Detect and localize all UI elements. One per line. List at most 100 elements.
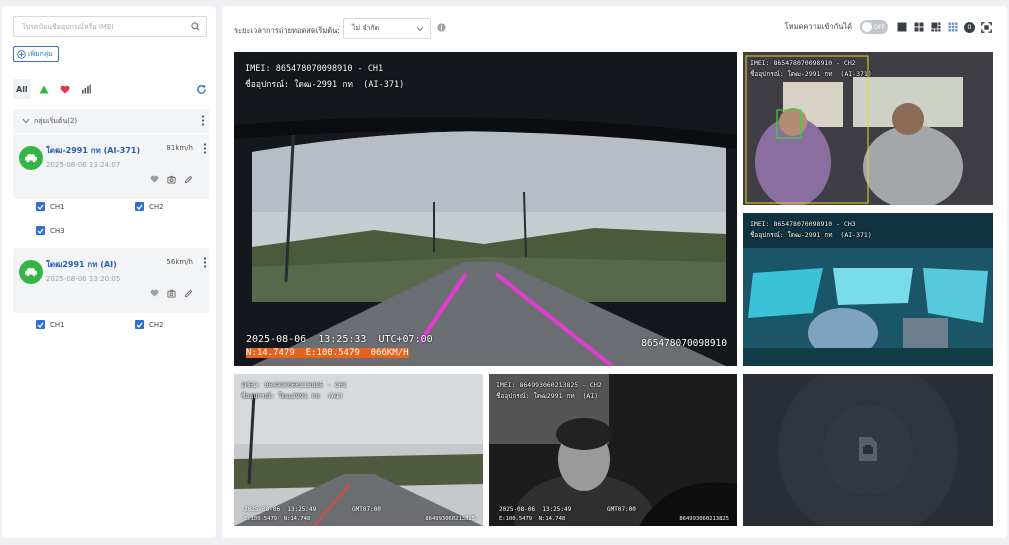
checkbox-icon[interactable] — [135, 202, 144, 211]
road-camera-feed — [234, 52, 737, 366]
vehicle-name[interactable]: ใดฒ2991 กท (AI) — [46, 258, 117, 271]
refresh-button[interactable] — [193, 79, 209, 99]
video-timestamp: 2025-08-06 13:25:49 — [244, 506, 317, 513]
camera-icon[interactable] — [167, 175, 176, 184]
stream-duration-value: ไม่ จำกัด — [352, 24, 380, 32]
device-subtitle: ชื่ออุปกรณ์: ใดฒ-2991 กท (AI-371) — [750, 231, 872, 239]
checkbox-icon[interactable] — [36, 226, 45, 235]
status-filter-bar: All — [13, 78, 209, 100]
device-search-input[interactable] — [22, 22, 191, 31]
vehicle-speed: 56km/h — [166, 258, 193, 266]
refresh-icon — [196, 84, 206, 94]
checkbox-icon[interactable] — [36, 320, 45, 329]
filter-signal-button[interactable] — [78, 79, 94, 99]
active-stream-count-badge[interactable]: 0 — [964, 21, 975, 33]
more-vertical-icon[interactable] — [203, 257, 207, 270]
imei-stamp: 864993060213825 — [679, 516, 729, 522]
layout-controls: โหมดความเข้ากันได้ OFF 0 — [785, 20, 992, 34]
device-subtitle: ชื่ออุปกรณ์: ใดฒ-2991 กท (AI-371) — [750, 70, 872, 78]
channel-label: CH2 — [149, 320, 164, 329]
chevron-down-icon — [416, 26, 424, 31]
channel-label: CH2 — [149, 202, 164, 211]
device-sidebar: เพิ่มกลุ่ม All กลุ่มเริ่มต้น(2) ใดฒ-2991… — [2, 6, 216, 538]
triangle-up-icon — [39, 85, 49, 93]
video-toolbar: ระยะเวลาการถ่ายทอดสดเริ่มต้น: ไม่ จำกัด … — [222, 6, 1007, 50]
channel-label: CH3 — [50, 226, 65, 235]
channel-checkbox-ch2[interactable]: CH2 — [135, 202, 164, 211]
video-tile-vehicle2-ch2[interactable]: IMEI: 864993060213825 - CH2 ชื่ออุปกรณ์:… — [489, 374, 737, 526]
camera-title: IMEI: 864993060213825 - CH1 — [241, 381, 347, 389]
more-vertical-icon[interactable] — [201, 114, 205, 128]
stream-duration-select[interactable]: ไม่ จำกัด — [343, 18, 431, 39]
filter-all-label: All — [16, 84, 28, 94]
video-timestamp: 2025-08-06 13:25:49 — [499, 506, 572, 513]
video-tile-ch3[interactable]: IMEI: 865478070098910 - CH3 ชื่ออุปกรณ์:… — [743, 213, 993, 366]
imei-stamp: 864993060213825 — [425, 516, 475, 522]
vehicle-actions — [150, 289, 193, 298]
more-vertical-icon[interactable] — [203, 143, 207, 156]
vehicle-last-update: 2025-08-06 13:20:05 — [46, 275, 121, 283]
edit-icon[interactable] — [184, 289, 193, 298]
gps-overlay: N:14.7479 E:100.5479 066KM/H — [246, 348, 409, 358]
device-subtitle: ชื่ออุปกรณ์: ใดฒ2991 กท (AI) — [496, 392, 599, 400]
filter-online-button[interactable] — [36, 79, 52, 99]
checkbox-icon[interactable] — [135, 320, 144, 329]
channel-checkbox-ch3[interactable]: CH3 — [36, 226, 65, 235]
layout-1-icon[interactable] — [896, 20, 908, 34]
channel-checkbox-ch1[interactable]: CH1 — [36, 202, 65, 211]
layout-9-icon[interactable] — [947, 20, 959, 34]
signal-bars-icon — [81, 84, 91, 94]
car-icon — [19, 260, 43, 284]
vehicle-name[interactable]: ใดฒ-2991 กท (AI-371) — [46, 144, 140, 157]
checkbox-icon[interactable] — [36, 202, 45, 211]
camera-title: IMEI: 865478070098910 - CH1 — [245, 64, 384, 74]
channel-label: CH1 — [50, 320, 65, 329]
live-video-panel: ระยะเวลาการถ่ายทอดสดเริ่มต้น: ไม่ จำกัด … — [222, 6, 1007, 538]
camera-title: IMEI: 865478070098910 - CH2 — [750, 59, 856, 67]
compatibility-mode-toggle[interactable]: OFF — [860, 20, 888, 34]
filter-favorite-button[interactable] — [57, 79, 73, 99]
channel-checkbox-ch1[interactable]: CH1 — [36, 320, 65, 329]
layout-4-icon[interactable] — [913, 20, 925, 34]
camera-title: IMEI: 864993060213825 - CH2 — [496, 381, 602, 389]
fullscreen-icon[interactable] — [980, 20, 992, 34]
video-tile-ch2[interactable]: IMEI: 865478070098910 - CH2 ชื่ออุปกรณ์:… — [743, 52, 993, 205]
plus-circle-icon — [17, 49, 26, 59]
video-file-icon — [859, 437, 877, 461]
gps-stamp: E:100.5479 N:14.748 — [244, 516, 311, 522]
device-subtitle: ชื่ออุปกรณ์: ใดฒ2991 กท (AI) — [241, 392, 344, 400]
camera-title: IMEI: 865478070098910 - CH3 — [750, 220, 856, 228]
search-icon[interactable] — [191, 22, 200, 31]
video-tile-empty[interactable] — [743, 374, 993, 526]
channel-label: CH1 — [50, 202, 65, 211]
timezone-stamp: GMT07:00 — [352, 506, 381, 513]
compatibility-mode-label: โหมดความเข้ากันได้ — [784, 22, 852, 31]
stream-duration-label: ระยะเวลาการถ่ายทอดสดเริ่มต้น: — [234, 26, 340, 35]
device-group-header[interactable]: กลุ่มเริ่มต้น(2) — [13, 109, 209, 133]
vehicle-card[interactable]: ใดฒ-2991 กท (AI-371) 81km/h 2025-08-06 1… — [13, 134, 209, 199]
group-label: กลุ่มเริ่มต้น(2) — [34, 116, 78, 125]
video-timestamp: 2025-08-06 13:25:33 UTC+07:00 — [246, 334, 433, 345]
toggle-knob — [862, 22, 872, 32]
add-group-button[interactable]: เพิ่มกลุ่ม — [13, 46, 59, 62]
vehicle-actions — [150, 175, 193, 184]
channel-checkbox-ch2[interactable]: CH2 — [135, 320, 164, 329]
device-subtitle: ชื่ออุปกรณ์: ใดฒ-2991 กท (AI-371) — [245, 80, 405, 90]
device-search-box[interactable] — [13, 16, 207, 37]
car-icon — [19, 146, 43, 170]
info-icon[interactable] — [437, 23, 446, 32]
vehicle-card[interactable]: ใดฒ2991 กท (AI) 56km/h 2025-08-06 13:20:… — [13, 248, 209, 313]
video-tile-ch1-main[interactable]: IMEI: 865478070098910 - CH1 ชื่ออุปกรณ์:… — [234, 52, 737, 366]
add-group-label: เพิ่มกลุ่ม — [28, 49, 53, 58]
vehicle-speed: 81km/h — [166, 144, 193, 152]
heart-icon — [60, 85, 70, 94]
video-tile-vehicle2-ch1[interactable]: IMEI: 864993060213825 - CH1 ชื่ออุปกรณ์:… — [234, 374, 483, 526]
layout-6-icon[interactable] — [930, 20, 942, 34]
heart-icon[interactable] — [150, 289, 159, 297]
filter-all-button[interactable]: All — [13, 79, 31, 99]
heart-icon[interactable] — [150, 175, 159, 183]
timezone-stamp: GMT07:00 — [607, 506, 636, 513]
camera-icon[interactable] — [167, 289, 176, 298]
chevron-down-icon[interactable] — [22, 118, 30, 124]
edit-icon[interactable] — [184, 175, 193, 184]
